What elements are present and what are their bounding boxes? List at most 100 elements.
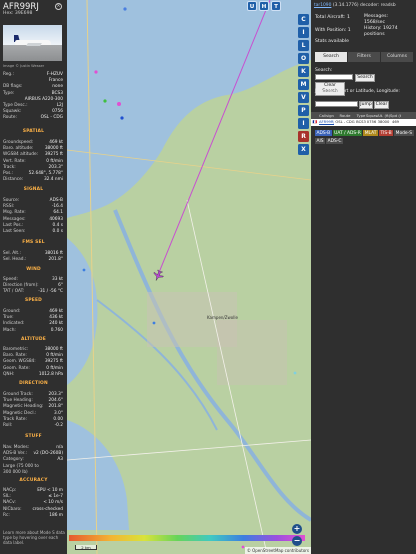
toolbar-button-p[interactable]: P: [298, 105, 309, 116]
zoom-out-button[interactable]: −: [292, 536, 302, 546]
toolbar-button-c[interactable]: C: [298, 14, 309, 25]
detail-row: QNH: 1012.8 hPa: [3, 372, 63, 378]
toolbar-button-l[interactable]: L: [298, 40, 309, 51]
map-dot: [117, 102, 121, 106]
app-root: AFR99RJ × Hex: 39E698 Image © Justin Wes…: [0, 0, 416, 554]
col-header-route[interactable]: Route: [334, 112, 356, 119]
search-button[interactable]: Search: [355, 74, 375, 82]
section-fms-title: FMS SEL: [22, 240, 45, 245]
map-toolbar: C I L O K M V P I R X: [298, 14, 311, 155]
detail-label: TAT / OAT:: [3, 289, 25, 295]
jump-button[interactable]: Jump: [359, 101, 373, 109]
detail-value: 32.4 nmi: [43, 177, 63, 183]
search-label: Search:: [315, 68, 333, 73]
tab-filters[interactable]: Filters: [348, 52, 380, 62]
detail-row: Mach: 0.760: [3, 328, 63, 334]
col-header-squawk[interactable]: Squawk: [366, 112, 377, 119]
flag-icon: 🇫🇷: [312, 120, 318, 124]
detail-value: A3: [57, 457, 63, 463]
aircraft-details: Reg.: F-HZUV France DB flags: none Type: BCS3 A…: [3, 72, 63, 122]
detail-row: TAT / OAT: -31 / -56 °C: [3, 289, 63, 295]
fms-details: Sel. Alt.: 38016 ft Sel. Head.: 201.8°: [3, 251, 63, 263]
zoom-in-button[interactable]: +: [292, 524, 302, 534]
version-header: tar1090 (3.14.1776) decoder: readsb: [314, 3, 414, 8]
map-dot: [94, 70, 98, 74]
toolbar-button-i[interactable]: I: [298, 27, 309, 38]
detail-row: Route: OSL - CDG: [3, 115, 63, 121]
toolbar-button-k[interactable]: K: [298, 66, 309, 77]
detail-value: -0.2: [54, 423, 63, 429]
speed-details: Ground: 469 kt True: 436 kt Indicated: 240 kt…: [3, 309, 63, 334]
messages-stat: Messages: 1568/sec: [364, 14, 414, 26]
col-header-extra[interactable]: [401, 112, 416, 119]
aircraft-photo[interactable]: [3, 25, 62, 61]
cell-extra: [401, 119, 416, 126]
source-badge: TIS-B: [378, 130, 394, 136]
detail-value: -31 / -56 °C: [38, 289, 63, 295]
cell-speed: 469: [391, 120, 400, 124]
detail-row: Roll: -0.2: [3, 423, 63, 429]
col-header-type[interactable]: Type: [356, 112, 366, 119]
with-position-value: 1: [347, 28, 351, 33]
source-badge: AIS: [315, 138, 326, 144]
cell-callsign: AFR99RJ: [319, 120, 334, 124]
search-input[interactable]: [315, 74, 353, 80]
toolbar-button-o[interactable]: O: [298, 53, 309, 64]
stats-available[interactable]: Stats available: [315, 39, 349, 45]
col-header-speed[interactable]: Spd (kt): [390, 112, 401, 119]
table-header: Callsign Route Type Squawk Alt. (ft) Spd…: [311, 112, 416, 119]
toolbar-button-m[interactable]: M: [298, 79, 309, 90]
section-direction-title: DIRECTION: [19, 381, 48, 386]
toolbar-button-r[interactable]: R: [298, 131, 309, 142]
detail-label: QNH:: [3, 371, 15, 377]
toolbar-button-v[interactable]: V: [298, 92, 309, 103]
aircraft-list-panel: tar1090 (3.14.1776) decoder: readsb Tota…: [311, 0, 416, 554]
tab-search[interactable]: Search: [315, 52, 347, 62]
jump-input[interactable]: [315, 101, 358, 107]
section-signal-title: SIGNAL: [23, 187, 44, 192]
cell-squawk: 0756: [366, 120, 377, 124]
table-row[interactable]: 🇫🇷 AFR99RJ OSL - CDG BCS3 0756 38000 469: [311, 119, 416, 126]
source-badge: MLAT: [363, 130, 378, 136]
stats-available-label[interactable]: Stats available: [315, 39, 349, 44]
left-footer-note: Learn more about Mode S data type by hov…: [3, 530, 65, 546]
map-dot: [123, 7, 127, 11]
cell-route: OSL - CDG: [335, 120, 355, 124]
total-aircraft-value: 1: [346, 15, 350, 20]
jump-clear-button[interactable]: Clear: [374, 101, 389, 109]
col-header[interactable]: [311, 112, 319, 119]
detail-value: 201.8°: [48, 257, 63, 263]
toolbar-button-x[interactable]: X: [298, 144, 309, 155]
detail-label: Type:: [3, 90, 15, 96]
detail-value: 0.760: [50, 327, 63, 333]
history-label: History:: [364, 26, 382, 31]
tab-columns[interactable]: Columns: [381, 52, 413, 62]
layer-button-t[interactable]: T: [271, 1, 281, 11]
with-position: With Position: 1: [315, 28, 351, 34]
cell-type: BCS3: [356, 120, 366, 124]
layer-button-h[interactable]: H: [259, 1, 269, 11]
source-badge: Mode-S: [394, 130, 414, 136]
total-aircraft: Total Aircraft: 1: [315, 15, 350, 21]
layer-button-u[interactable]: U: [247, 1, 257, 11]
source-badge: ADS-C: [326, 138, 343, 144]
col-header-altitude[interactable]: Alt. (ft): [377, 112, 390, 119]
altitude-color-legend: [69, 535, 305, 541]
col-header-callsign[interactable]: Callsign: [319, 112, 334, 119]
map-place-label: Kampen/Zwolle: [207, 315, 238, 320]
detail-value: 186 m: [49, 512, 63, 518]
detail-label: Reg.:: [3, 72, 14, 77]
map-attribution[interactable]: © OpenStreetMap contributors: [244, 547, 311, 554]
detail-label: Route:: [3, 115, 17, 121]
detail-label: Mach:: [3, 327, 16, 333]
close-icon[interactable]: ×: [55, 3, 62, 10]
total-aircraft-label: Total Aircraft:: [315, 15, 346, 20]
wind-details: Speed: 33 kt Direction (from): 6° TAT / OAT:…: [3, 277, 63, 296]
detail-value: 0.0 s: [52, 229, 63, 235]
map-view[interactable]: Kampen/Zwolle U H T 2 km + − © OpenStree…: [67, 0, 311, 554]
section-speed-title: SPEED: [24, 298, 43, 303]
map-dot: [293, 371, 297, 375]
tar1090-link[interactable]: tar1090: [314, 3, 331, 8]
spatial-details: Groundspeed: 469 kt Baro. altitude: 38000 f…: [3, 140, 63, 183]
toolbar-button-i2[interactable]: I: [298, 118, 309, 129]
